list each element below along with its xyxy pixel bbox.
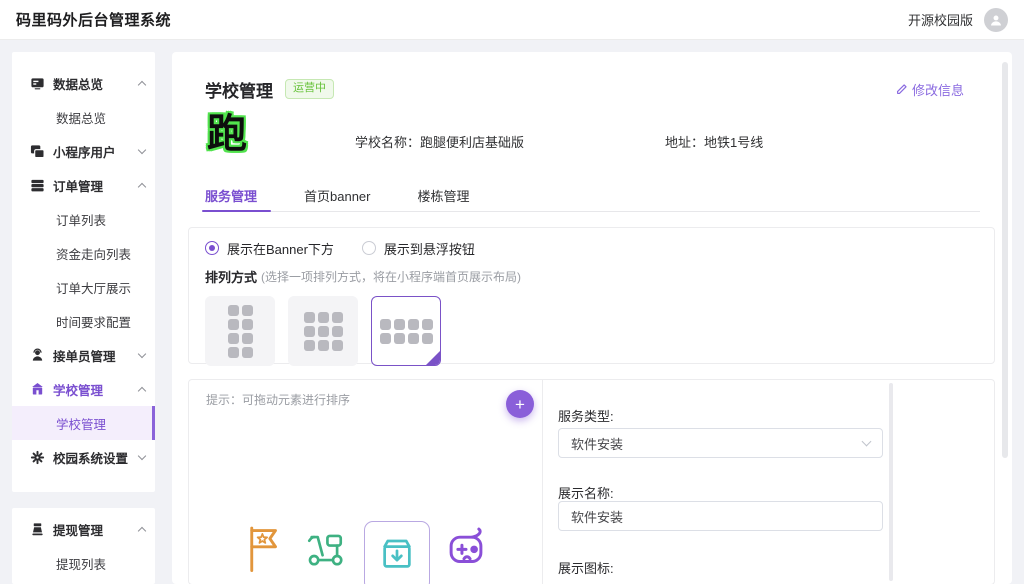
school-info-row: 跑 学校名称：跑腿便利店基础版 地址：地铁1号线 [205, 112, 996, 170]
main-scrollbar[interactable] [1002, 62, 1008, 458]
arrangement-label: 排列方式 [205, 267, 257, 286]
edition-label: 开源校园版 [908, 10, 973, 29]
tab-home-banner[interactable]: 首页banner [304, 186, 370, 211]
edit-info-link[interactable]: 修改信息 [896, 80, 964, 99]
service-type-select[interactable]: 软件安装 [558, 428, 883, 458]
sidebar-item-label: 提现管理 [53, 520, 139, 539]
layout-option-3x3[interactable] [288, 296, 358, 366]
sidebar-item-label: 接单员管理 [53, 346, 139, 365]
page-header: 学校管理 运营中 修改信息 跑 学校名称：跑腿便利店基础版 地址：地铁1号线 服… [172, 52, 1012, 212]
topbar-right: 开源校园版 [908, 8, 1008, 32]
school-icon [30, 382, 45, 397]
sidebar-subitem-time-requirement-config[interactable]: 时间要求配置 [12, 304, 155, 338]
add-service-button[interactable]: + [506, 390, 534, 418]
radio-checked-icon[interactable] [205, 241, 219, 255]
sidebar-subitem-label: 时间要求配置 [56, 312, 131, 331]
sidebar-item-data-overview[interactable]: 数据总览 [12, 66, 155, 100]
settings-icon [30, 450, 45, 465]
sidebar-subitem-fund-flow-list[interactable]: 资金走向列表 [12, 236, 155, 270]
app-title: 码里码外后台管理系统 [16, 9, 171, 30]
sidebar-subitem-label: 数据总览 [56, 108, 106, 127]
page-title: 学校管理 [205, 77, 273, 102]
chevron-down-icon [138, 145, 146, 153]
dashboard-icon [30, 76, 45, 91]
grid-preview-2x4 [228, 305, 253, 358]
radio-unchecked-icon[interactable] [362, 241, 376, 255]
sidebar-subitem-label: 订单列表 [56, 210, 106, 229]
main-content: 学校管理 运营中 修改信息 跑 学校名称：跑腿便利店基础版 地址：地铁1号线 服… [172, 52, 1012, 584]
sidebar-item-courier-management[interactable]: 接单员管理 [12, 338, 155, 372]
layout-option-4x2-selected[interactable] [371, 296, 441, 366]
miniprogram-users-icon [30, 144, 45, 159]
sidebar-item-label: 校园系统设置 [53, 448, 139, 467]
person-icon [989, 13, 1003, 27]
sidebar-subitem-order-list[interactable]: 订单列表 [12, 202, 155, 236]
services-editor-panel: 提示：可拖动元素进行排序 + [188, 379, 995, 584]
sidebar-subitem-label: 订单大厅展示 [56, 278, 131, 297]
arrangement-row: 排列方式 (选择一项排列方式，将在小程序端首页展示布局) [205, 268, 978, 285]
pencil-icon [896, 83, 908, 95]
selected-service-card[interactable] [364, 521, 430, 584]
sidebar-item-label: 数据总览 [53, 74, 139, 93]
radio-floating-button[interactable]: 展示到悬浮按钮 [362, 239, 475, 258]
sidebar-item-miniprogram-users[interactable]: 小程序用户 [12, 134, 155, 168]
chevron-up-icon [138, 387, 146, 395]
sidebar-main: 数据总览 数据总览 小程序用户 订单管理 订单列表 资金走向列表 订单大厅展示 … [12, 52, 155, 492]
sidebar-withdraw-section: 提现管理 提现列表 [12, 508, 155, 584]
sidebar-item-school-management[interactable]: 学校管理 [12, 372, 155, 406]
layout-option-2x4[interactable] [205, 296, 275, 366]
grid-preview-3x3 [304, 312, 343, 351]
sidebar-item-label: 学校管理 [53, 380, 139, 399]
chevron-up-icon [138, 81, 146, 89]
form-scrollbar[interactable] [889, 383, 893, 581]
tab-bar: 服务管理 首页banner 楼栋管理 [205, 186, 980, 212]
display-position-radios: 展示在Banner下方 展示到悬浮按钮 [205, 240, 978, 256]
status-badge: 运营中 [285, 79, 334, 99]
sidebar-subitem-withdraw-list[interactable]: 提现列表 [12, 546, 155, 580]
chevron-down-icon [138, 451, 146, 459]
sidebar-item-order-management[interactable]: 订单管理 [12, 168, 155, 202]
sidebar-subitem-label: 提现列表 [56, 554, 106, 573]
sidebar-item-withdraw-management[interactable]: 提现管理 [12, 512, 155, 546]
radio-under-banner[interactable]: 展示在Banner下方 [205, 239, 334, 258]
grid-preview-4x2 [380, 319, 433, 344]
game-controller-icon[interactable] [443, 525, 489, 576]
sidebar-subitem-label: 资金走向列表 [56, 244, 131, 263]
top-bar: 码里码外后台管理系统 开源校园版 [0, 0, 1024, 40]
chevron-up-icon [138, 183, 146, 191]
chevron-up-icon [138, 527, 146, 535]
courier-icon [30, 348, 45, 363]
arrangement-hint: (选择一项排列方式，将在小程序端首页展示布局) [261, 268, 521, 285]
panel-divider [542, 380, 543, 584]
chevron-down-icon [138, 349, 146, 357]
school-address-field: 地址：地铁1号线 [665, 132, 763, 151]
tab-service-management[interactable]: 服务管理 [205, 186, 257, 211]
display-settings-panel: 展示在Banner下方 展示到悬浮按钮 排列方式 (选择一项排列方式，将在小程序… [188, 227, 995, 364]
sidebar-subitem-label: 学校管理 [56, 414, 106, 433]
display-icon-label: 展示图标: [558, 558, 614, 577]
sidebar-item-label: 小程序用户 [53, 142, 139, 161]
sidebar-subitem-order-hall-display[interactable]: 订单大厅展示 [12, 270, 155, 304]
sidebar-item-label: 订单管理 [53, 176, 139, 195]
withdraw-icon [30, 522, 45, 537]
download-box-icon [376, 533, 418, 575]
sidebar-subitem-data-overview[interactable]: 数据总览 [12, 100, 155, 134]
user-avatar[interactable] [984, 8, 1008, 32]
orders-icon [30, 178, 45, 193]
chevron-down-icon [862, 436, 872, 446]
display-name-input[interactable]: 软件安装 [558, 501, 883, 531]
service-type-label: 服务类型: [558, 406, 614, 425]
school-logo: 跑 [207, 112, 247, 156]
display-name-label: 展示名称: [558, 483, 614, 502]
drag-hint: 提示：可拖动元素进行排序 [206, 391, 350, 408]
sidebar-subitem-school-management[interactable]: 学校管理 [12, 406, 155, 440]
flag-icon[interactable] [243, 523, 283, 578]
layout-options [205, 296, 978, 366]
tab-building-management[interactable]: 楼栋管理 [418, 186, 470, 211]
school-name-field: 学校名称：跑腿便利店基础版 [355, 132, 524, 151]
scooter-icon[interactable] [302, 528, 348, 573]
sidebar-item-campus-system-settings[interactable]: 校园系统设置 [12, 440, 155, 474]
